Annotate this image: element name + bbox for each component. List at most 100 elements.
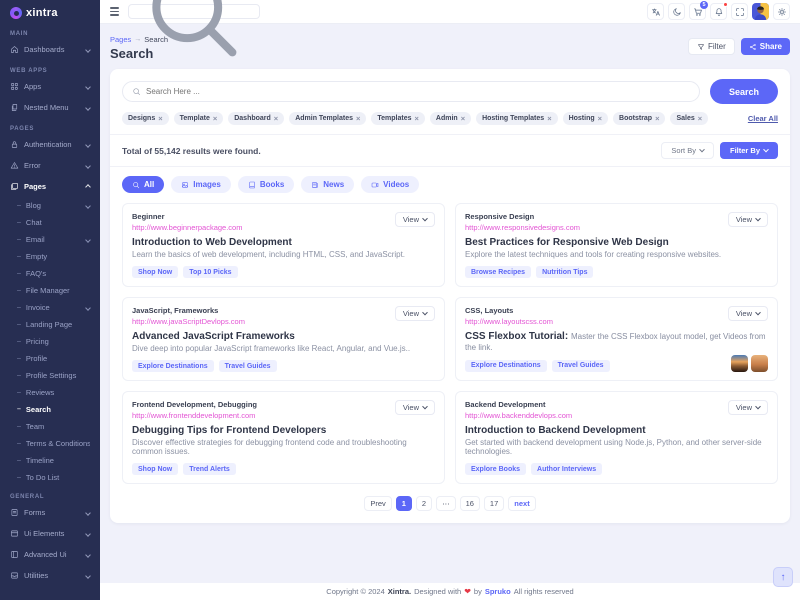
pagination-prev[interactable]: Prev <box>364 496 391 511</box>
filter-chip[interactable]: Designs × <box>122 112 169 125</box>
sort-by-button[interactable]: Sort By <box>661 142 714 159</box>
filter-chip[interactable]: Template × <box>174 112 224 125</box>
sidebar-item-error[interactable]: Error <box>8 155 92 176</box>
view-button[interactable]: View <box>395 400 435 415</box>
global-search[interactable] <box>128 4 260 19</box>
share-button[interactable]: Share <box>741 38 790 55</box>
sidebar-item-search[interactable]: Search <box>8 401 92 418</box>
sidebar-item-dashboards[interactable]: Dashboards <box>8 39 92 60</box>
view-button[interactable]: View <box>395 306 435 321</box>
dark-mode-button[interactable] <box>668 3 685 20</box>
result-title[interactable]: Best Practices for Responsive Web Design <box>465 237 768 248</box>
sidebar-item-to-do-list[interactable]: To Do List <box>8 469 92 486</box>
result-url[interactable]: http://www.beginnerpackage.com <box>132 223 435 232</box>
pagination-page-2[interactable]: 2 <box>416 496 432 511</box>
thumbnail-image[interactable] <box>751 355 768 372</box>
sidebar-item-profile[interactable]: Profile <box>8 350 92 367</box>
close-icon[interactable]: × <box>274 115 278 123</box>
filter-chip[interactable]: Templates × <box>371 112 425 125</box>
result-title[interactable]: Introduction to Backend Development <box>465 425 768 436</box>
breadcrumb-parent[interactable]: Pages <box>110 35 131 44</box>
result-url[interactable]: http://www.responsivedesigns.com <box>465 223 768 232</box>
sidebar-item-empty[interactable]: Empty <box>8 248 92 265</box>
sidebar-item-authentication[interactable]: Authentication <box>8 134 92 155</box>
pagination-next[interactable]: next <box>508 496 535 511</box>
cart-button[interactable]: 5 <box>689 3 706 20</box>
sidebar-item-pricing[interactable]: Pricing <box>8 333 92 350</box>
sidebar-item-utilities[interactable]: Utilities <box>8 565 92 586</box>
footer-spruko-link[interactable]: Spruko <box>485 587 511 596</box>
filter-chip[interactable]: Hosting Templates × <box>476 112 558 125</box>
close-icon[interactable]: × <box>213 115 217 123</box>
sidebar-item-apps[interactable]: Apps <box>8 76 92 97</box>
result-title[interactable]: Advanced JavaScript Frameworks <box>132 331 435 342</box>
result-tag[interactable]: Explore Destinations <box>132 360 214 372</box>
sidebar-item-blog[interactable]: Blog <box>8 197 92 214</box>
view-button[interactable]: View <box>395 212 435 227</box>
filter-chip[interactable]: Admin × <box>430 112 471 125</box>
sidebar-item-invoice[interactable]: Invoice <box>8 299 92 316</box>
result-url[interactable]: http://www.frontenddevelopment.com <box>132 411 435 420</box>
close-icon[interactable]: × <box>598 115 602 123</box>
result-tag[interactable]: Travel Guides <box>552 360 610 372</box>
notifications-button[interactable] <box>710 3 727 20</box>
sidebar-item-email[interactable]: Email <box>8 231 92 248</box>
results-search-input[interactable] <box>146 87 690 96</box>
filter-chip[interactable]: Bootstrap × <box>613 112 665 125</box>
close-icon[interactable]: × <box>547 115 551 123</box>
results-search-field[interactable] <box>122 81 700 102</box>
result-tag[interactable]: Explore Books <box>465 463 526 475</box>
sidebar-item-pages[interactable]: Pages <box>8 176 92 197</box>
tab-all[interactable]: All <box>122 176 164 193</box>
result-tag[interactable]: Shop Now <box>132 266 178 278</box>
fullscreen-button[interactable] <box>731 3 748 20</box>
tab-images[interactable]: Images <box>171 176 231 193</box>
pagination-ellipsis[interactable]: ⋯ <box>436 496 456 511</box>
result-url[interactable]: http://www.layoutscss.com <box>465 317 768 326</box>
filter-chip[interactable]: Hosting × <box>563 112 608 125</box>
thumbnail-image[interactable] <box>731 355 748 372</box>
filter-chip[interactable]: Dashboard × <box>228 112 284 125</box>
sidebar-item-chat[interactable]: Chat <box>8 214 92 231</box>
result-tag[interactable]: Trend Alerts <box>183 463 236 475</box>
result-url[interactable]: http://www.backenddevlops.com <box>465 411 768 420</box>
clear-all-link[interactable]: Clear All <box>748 114 778 123</box>
close-icon[interactable]: × <box>461 115 465 123</box>
filter-by-button[interactable]: Filter By <box>720 142 778 159</box>
pagination-page-1[interactable]: 1 <box>396 496 412 511</box>
close-icon[interactable]: × <box>356 115 360 123</box>
result-tag[interactable]: Author Interviews <box>531 463 602 475</box>
hamburger-menu-icon[interactable] <box>110 7 119 15</box>
sidebar-item-faq-s[interactable]: FAQ's <box>8 265 92 282</box>
close-icon[interactable]: × <box>655 115 659 123</box>
pagination-page-16[interactable]: 16 <box>460 496 480 511</box>
result-title[interactable]: Debugging Tips for Frontend Developers <box>132 425 435 436</box>
tab-news[interactable]: News <box>301 176 354 193</box>
close-icon[interactable]: × <box>698 115 702 123</box>
settings-button[interactable] <box>773 3 790 20</box>
sidebar-item-timeline[interactable]: Timeline <box>8 452 92 469</box>
sidebar-item-reviews[interactable]: Reviews <box>8 384 92 401</box>
view-button[interactable]: View <box>728 306 768 321</box>
search-submit-button[interactable]: Search <box>710 79 778 104</box>
pagination-page-17[interactable]: 17 <box>484 496 504 511</box>
result-tag[interactable]: Top 10 Picks <box>183 266 237 278</box>
scroll-to-top-button[interactable]: ↑ <box>773 567 793 587</box>
result-tag[interactable]: Browse Recipes <box>465 266 531 278</box>
sidebar-item-advanced-ui[interactable]: Advanced Ui <box>8 544 92 565</box>
result-tag[interactable]: Shop Now <box>132 463 178 475</box>
close-icon[interactable]: × <box>415 115 419 123</box>
sidebar-item-nested-menu[interactable]: Nested Menu <box>8 97 92 118</box>
sidebar-item-terms-conditions[interactable]: Terms & Conditions <box>8 435 92 452</box>
sidebar-item-ui-elements[interactable]: Ui Elements <box>8 523 92 544</box>
result-url[interactable]: http://www.javaScriptDevlops.com <box>132 317 435 326</box>
result-title[interactable]: Introduction to Web Development <box>132 237 435 248</box>
filter-chip[interactable]: Sales × <box>670 112 708 125</box>
sidebar-item-team[interactable]: Team <box>8 418 92 435</box>
sidebar-item-file-manager[interactable]: File Manager <box>8 282 92 299</box>
app-logo[interactable]: xintra <box>0 0 100 23</box>
view-button[interactable]: View <box>728 212 768 227</box>
sidebar-item-forms[interactable]: Forms <box>8 502 92 523</box>
filter-chip[interactable]: Admin Templates × <box>289 112 366 125</box>
result-tag[interactable]: Travel Guides <box>219 360 277 372</box>
